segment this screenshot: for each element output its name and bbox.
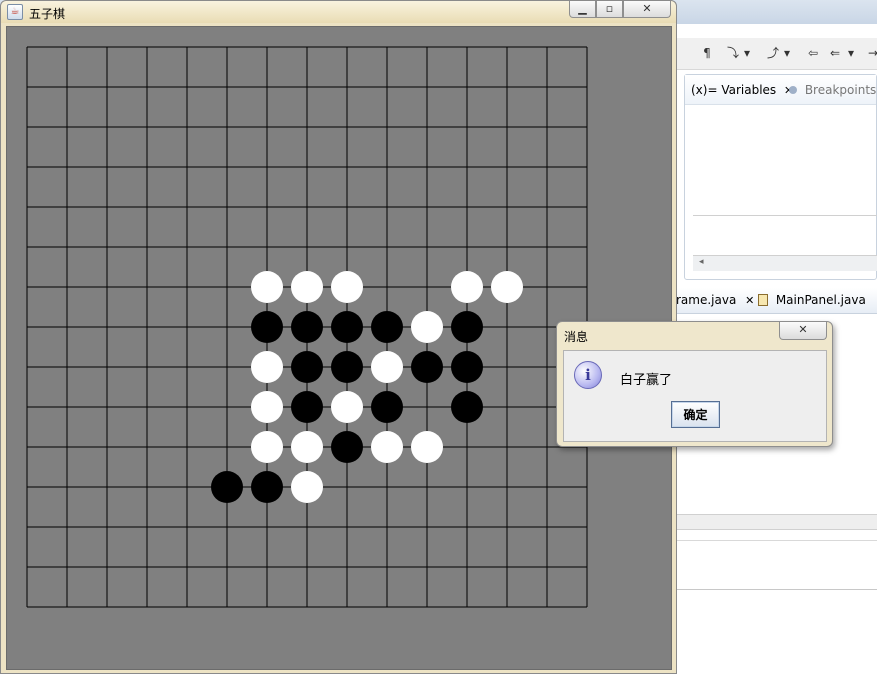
- maximize-button[interactable]: ▫: [596, 1, 623, 18]
- breakpoints-icon: [789, 86, 797, 94]
- black-stone: [331, 311, 363, 343]
- window-title: 五子棋: [29, 7, 66, 21]
- message-dialog: 消息 ✕ i 白子赢了 确定: [556, 321, 833, 447]
- close-button[interactable]: ✕: [623, 1, 671, 18]
- white-stone: [251, 271, 283, 303]
- dropdown-arrow-icon[interactable]: ▾: [740, 46, 754, 60]
- white-stone: [251, 431, 283, 463]
- view-divider: [693, 215, 877, 216]
- forward-icon[interactable]: →: [866, 46, 877, 60]
- dialog-body: i 白子赢了 确定: [563, 350, 827, 442]
- white-stone: [371, 431, 403, 463]
- window-title-bar[interactable]: ☕ 五子棋 ▁ ▫ ✕: [1, 1, 676, 23]
- back-icon[interactable]: ⇦: [806, 46, 820, 60]
- white-stone: [291, 431, 323, 463]
- show-whitespace-icon[interactable]: ¶: [700, 46, 714, 60]
- white-stone: [411, 431, 443, 463]
- horizontal-scrollbar[interactable]: ◂: [693, 255, 877, 271]
- minimize-button[interactable]: ▁: [569, 1, 596, 18]
- black-stone: [371, 311, 403, 343]
- tab-breakpoints-label: Breakpoints: [804, 83, 877, 97]
- ok-button[interactable]: 确定: [671, 401, 720, 428]
- black-stone: [291, 311, 323, 343]
- black-stone: [331, 351, 363, 383]
- tab-variables[interactable]: (x)= Variables ✕: [691, 83, 793, 97]
- step-return-icon[interactable]: ⤴: [766, 46, 780, 60]
- dialog-title: 消息: [564, 330, 589, 344]
- maximize-icon: ▫: [605, 2, 614, 15]
- black-stone: [331, 431, 363, 463]
- ide-bottom-panel: [676, 540, 877, 590]
- close-icon: ✕: [798, 323, 808, 336]
- white-stone: [371, 351, 403, 383]
- black-stone: [251, 311, 283, 343]
- white-stone: [331, 391, 363, 423]
- step-into-icon[interactable]: ⤵: [726, 46, 740, 60]
- black-stone: [451, 391, 483, 423]
- tab-mainpanel-label: MainPanel.java: [775, 293, 866, 307]
- black-stone: [291, 351, 323, 383]
- white-stone: [291, 471, 323, 503]
- white-stone: [251, 351, 283, 383]
- dialog-message: 白子赢了: [620, 373, 673, 388]
- ide-separator-bar: [676, 514, 877, 530]
- dialog-close-button[interactable]: ✕: [779, 322, 827, 340]
- dropdown-arrow-icon[interactable]: ▾: [844, 46, 858, 60]
- ide-variables-view: (x)= Variables ✕ Breakpoints ◂: [684, 74, 877, 280]
- tab-mainpanel-java[interactable]: MainPanel.java: [758, 293, 866, 307]
- white-stone: [451, 271, 483, 303]
- white-stone: [331, 271, 363, 303]
- minimize-icon: ▁: [578, 2, 587, 15]
- black-stone: [371, 391, 403, 423]
- black-stone: [291, 391, 323, 423]
- black-stone: [451, 351, 483, 383]
- ide-debug-toolbar: ¶ ⤵ ▾ ⤴ ▾ ⇦ ⇐ ▾ →: [676, 38, 877, 70]
- black-stone: [411, 351, 443, 383]
- editor-tab-strip: rame.java ✕ MainPanel.java: [676, 288, 877, 314]
- java-app-icon: ☕: [7, 4, 23, 20]
- tab-variables-label: (x)= Variables: [691, 83, 777, 97]
- tab-mainframe-java[interactable]: rame.java ✕: [676, 293, 754, 307]
- tab-breakpoints[interactable]: Breakpoints: [789, 83, 876, 97]
- white-stone: [491, 271, 523, 303]
- dropdown-arrow-icon[interactable]: ▾: [780, 46, 794, 60]
- white-stone: [251, 391, 283, 423]
- black-stone: [451, 311, 483, 343]
- close-icon: ✕: [642, 2, 652, 15]
- black-stone: [211, 471, 243, 503]
- scroll-left-icon[interactable]: ◂: [699, 257, 704, 267]
- previous-icon[interactable]: ⇐: [828, 46, 842, 60]
- black-stone: [251, 471, 283, 503]
- white-stone: [411, 311, 443, 343]
- view-tab-strip: (x)= Variables ✕ Breakpoints: [685, 75, 876, 105]
- white-stone: [291, 271, 323, 303]
- close-icon[interactable]: ✕: [745, 294, 754, 307]
- info-icon: i: [574, 361, 602, 389]
- java-file-icon: [758, 294, 768, 306]
- tab-mainframe-label: rame.java: [676, 293, 737, 307]
